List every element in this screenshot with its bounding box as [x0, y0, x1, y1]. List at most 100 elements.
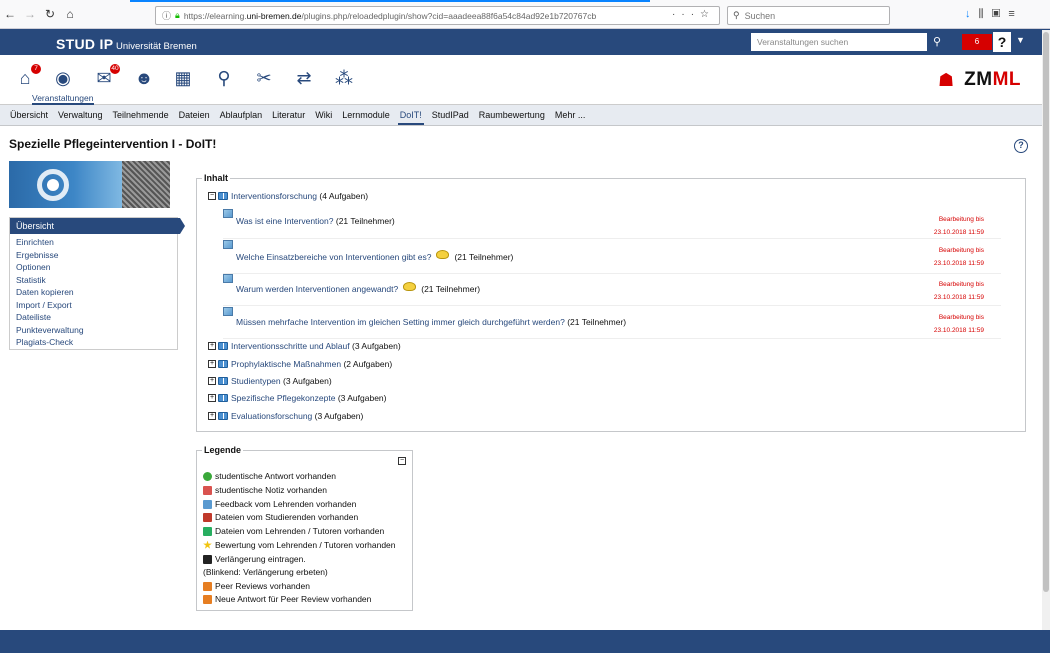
extension-icon — [203, 554, 212, 564]
browser-search[interactable]: ⚲ Suchen — [727, 6, 890, 25]
avatar[interactable]: ? — [993, 32, 1011, 52]
sidebar-item[interactable]: Ergebnisse — [16, 249, 177, 262]
tab-übersicht[interactable]: Übersicht — [5, 110, 53, 125]
courses-icon[interactable]: ◉ — [51, 67, 75, 89]
course-tabs: Übersicht Verwaltung Teilnehmende Dateien Ab… — [0, 105, 1050, 126]
legend-text: Verlängerung eintragen. — [215, 554, 306, 564]
active-tab-indicator — [130, 0, 650, 2]
deadline-label: Bearbeitung bis — [938, 216, 984, 223]
expand-icon[interactable]: + — [208, 342, 216, 350]
group-title-link[interactable]: Evaluationsforschung — [231, 411, 312, 421]
tab-teilnehmende[interactable]: Teilnehmende — [108, 110, 174, 125]
reload-icon[interactable]: ↻ — [40, 7, 60, 21]
search-icon[interactable]: ⚲ — [928, 33, 946, 51]
task-title-link[interactable]: Müssen mehrfache Intervention im gleiche… — [236, 317, 565, 327]
tab-doit[interactable]: DoIT! — [395, 110, 427, 125]
sidebar-item[interactable]: Punkteverwaltung — [16, 324, 177, 337]
tab-ablaufplan[interactable]: Ablaufplan — [215, 110, 268, 125]
group-title-link[interactable]: Interventionsschritte und Ablauf — [231, 341, 350, 351]
notification-count-badge: 7 — [31, 64, 41, 74]
group-task-count: (4 Aufgaben) — [319, 191, 369, 201]
page-actions[interactable]: ···☆ — [672, 9, 715, 20]
task-icon — [223, 240, 233, 249]
group-title-link[interactable]: Prophylaktische Maßnahmen — [231, 359, 341, 369]
task-line: Warum werden Interventionen angewandt? (2… — [236, 281, 480, 294]
tools-icon[interactable]: ✂ — [252, 67, 276, 89]
task-title-link[interactable]: Was ist eine Intervention? — [236, 216, 333, 226]
task-participants: (21 Teilnehmer) — [454, 252, 514, 262]
sidebar-item[interactable]: Einrichten — [16, 236, 177, 249]
expand-icon[interactable]: + — [208, 377, 216, 385]
home-browser-icon[interactable]: ⌂ — [60, 7, 80, 21]
tab-raumbewertung[interactable]: Raumbewertung — [474, 110, 550, 125]
help-icon[interactable]: ? — [1014, 139, 1028, 153]
task-deadline: Bearbeitung bis 23.10.2018 11:59 — [934, 214, 984, 239]
chevron-down-icon[interactable]: ▼ — [1016, 35, 1025, 45]
studip-logo[interactable]: STUD IP — [56, 36, 113, 52]
vertical-scrollbar[interactable] — [1042, 30, 1050, 630]
footer — [0, 630, 1050, 653]
legend-item: Dateien vom Lehrenden / Tutoren vorhande… — [203, 526, 384, 536]
course-search-input[interactable]: Veranstaltungen suchen — [751, 33, 927, 51]
task-group-expanded: − Interventionsforschung (4 Aufgaben) — [208, 191, 368, 201]
sidebar-item[interactable]: Daten kopieren — [16, 286, 177, 299]
expand-icon[interactable]: + — [208, 412, 216, 420]
tab-lernmodule[interactable]: Lernmodule — [337, 110, 395, 125]
deadline-label: Bearbeitung bis — [938, 247, 984, 254]
tab-verwaltung[interactable]: Verwaltung — [53, 110, 108, 125]
messages-icon[interactable]: ✉ 40 — [92, 64, 120, 89]
sidebar-item[interactable]: Dateiliste — [16, 311, 177, 324]
scrollbar-thumb[interactable] — [1043, 32, 1049, 592]
sidebar-item[interactable]: Optionen — [16, 261, 177, 274]
lock-icon[interactable]: 🔒︎ — [175, 10, 180, 21]
tab-wiki[interactable]: Wiki — [310, 110, 337, 125]
back-icon[interactable]: ← — [0, 7, 20, 21]
university-name: Universität Bremen — [116, 41, 197, 52]
expand-icon[interactable]: + — [208, 394, 216, 402]
deadline-date: 23.10.2018 11:59 — [933, 326, 984, 334]
info-icon[interactable]: ⓘ — [162, 9, 171, 22]
legend-item: Dateien vom Studierenden vorhanden — [203, 512, 358, 522]
sidebar-item-overview[interactable]: Übersicht — [10, 218, 185, 234]
tab-literatur[interactable]: Literatur — [267, 110, 310, 125]
task-title-link[interactable]: Welche Einsatzbereiche von Interventione… — [236, 252, 431, 262]
task-title-link[interactable]: Warum werden Interventionen angewandt? — [236, 284, 398, 294]
sidebar-icon[interactable]: ▣ — [992, 8, 1009, 20]
collapse-icon[interactable]: − — [208, 192, 216, 200]
community-icon[interactable]: ☻ — [132, 67, 156, 89]
group-title-link[interactable]: Spezifische Pflegekonzepte — [231, 393, 335, 403]
messages-icon-glyph: ✉ — [96, 68, 112, 88]
legend-item: studentische Antwort vorhanden — [203, 471, 336, 481]
download-icon[interactable]: ↓ — [965, 8, 979, 20]
forward-icon[interactable]: → — [20, 7, 40, 21]
notification-badge[interactable]: 6 — [962, 34, 992, 50]
calendar-icon[interactable]: ▦ — [171, 67, 195, 89]
url-bar[interactable]: ⓘ 🔒︎ https://elearning.uni-bremen.de/plu… — [155, 6, 720, 25]
zmml-logo[interactable]: ☗ ZMML — [938, 69, 1021, 91]
sidebar-item[interactable]: Import / Export — [16, 299, 177, 312]
legend-item: Feedback vom Lehrenden vorhanden — [203, 499, 356, 509]
library-icon[interactable]: ⫼ — [979, 8, 992, 20]
menu-icon[interactable]: ≡ — [1008, 8, 1022, 20]
tab-mehr[interactable]: Mehr ... — [550, 110, 591, 125]
notification-count-badge: 40 — [110, 64, 120, 74]
sidebar-item[interactable]: Plagiats-Check — [16, 336, 177, 349]
tab-dateien[interactable]: Dateien — [174, 110, 215, 125]
browser-tools[interactable]: ↓⫼▣≡ — [965, 8, 1023, 21]
group-title-link[interactable]: Interventionsforschung — [231, 191, 317, 201]
sidebar-item[interactable]: Statistik — [16, 274, 177, 287]
tab-studipad[interactable]: StudIPad — [427, 110, 474, 125]
search-icon[interactable]: ⚲ — [212, 67, 236, 89]
folder-book-icon — [218, 412, 228, 420]
sync-icon[interactable]: ⇄ — [292, 67, 316, 89]
task-group-collapsed: + Interventionsschritte und Ablauf (3 Auf… — [208, 341, 401, 351]
feedback-icon — [203, 499, 212, 509]
group-title-link[interactable]: Studientypen — [231, 376, 281, 386]
home-icon[interactable]: ⌂ 7 — [13, 64, 41, 89]
network-icon[interactable]: ⁂ — [332, 67, 356, 89]
collapse-icon[interactable]: − — [398, 457, 406, 465]
zmml-logo-text: ZMML — [964, 69, 1021, 91]
teacher-file-icon — [203, 526, 212, 536]
expand-icon[interactable]: + — [208, 360, 216, 368]
legend-text: Feedback vom Lehrenden vorhanden — [215, 499, 357, 509]
